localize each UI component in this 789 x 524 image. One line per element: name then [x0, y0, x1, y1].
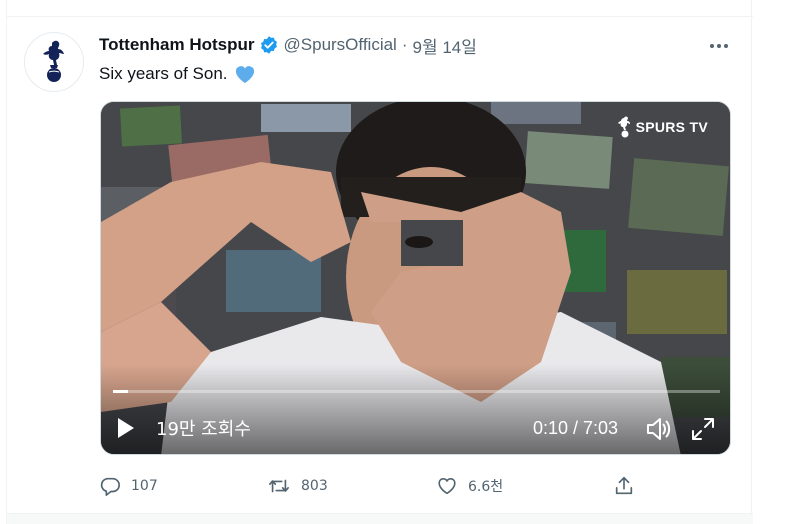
video-progress-bar[interactable] — [113, 390, 720, 393]
reply-icon — [100, 477, 120, 496]
play-icon — [118, 418, 134, 438]
fullscreen-button[interactable] — [689, 415, 717, 443]
volume-button[interactable] — [644, 415, 672, 443]
previous-tweet-edge — [7, 0, 753, 17]
author-name[interactable]: Tottenham Hotspur — [99, 35, 255, 55]
video-player[interactable]: SPURS TV 19만 조회수 0:10 / 7:03 — [100, 101, 731, 455]
reply-count: 107 — [131, 478, 158, 494]
like-heart-icon — [438, 477, 456, 495]
share-button[interactable] — [613, 472, 635, 500]
separator-dot: · — [401, 35, 408, 54]
play-button[interactable] — [117, 414, 139, 442]
tweet-container: Tottenham Hotspur @SpursOfficial · 9월 14… — [6, 0, 753, 524]
like-count: 6.6천 — [468, 479, 504, 495]
tweet-date[interactable]: 9월 14일 — [413, 33, 477, 58]
tweet-text: Six years of Son. — [99, 62, 256, 86]
like-button[interactable]: 6.6천 — [436, 472, 503, 500]
more-options-button[interactable] — [707, 34, 731, 58]
expand-icon — [692, 418, 714, 440]
video-progress-fill — [113, 390, 128, 393]
share-icon — [615, 476, 633, 495]
author-handle[interactable]: @SpursOfficial — [284, 35, 397, 55]
view-count: 19만 조회수 — [156, 419, 251, 440]
retweet-icon — [269, 479, 289, 493]
speaker-icon — [647, 418, 671, 440]
spurs-cockerel-small-icon — [617, 116, 630, 138]
blue-heart-emoji-icon — [234, 64, 256, 84]
video-time: 0:10 / 7:03 — [533, 418, 619, 438]
retweet-button[interactable]: 803 — [267, 472, 328, 500]
verified-badge-icon — [259, 35, 279, 55]
spurs-tv-label: SPURS TV — [635, 119, 708, 135]
next-tweet-edge — [7, 513, 753, 524]
spurs-cockerel-logo-icon — [43, 40, 64, 82]
tweet-header: Tottenham Hotspur @SpursOfficial · 9월 14… — [99, 33, 477, 57]
tweet-actions: 107 803 6.6천 — [99, 472, 639, 500]
spurs-tv-badge: SPURS TV — [617, 116, 708, 138]
avatar[interactable] — [24, 32, 84, 92]
more-dots-icon — [710, 44, 728, 48]
tweet-text-content: Six years of Son. — [99, 64, 228, 83]
reply-button[interactable]: 107 — [99, 472, 158, 500]
retweet-count: 803 — [301, 478, 328, 494]
